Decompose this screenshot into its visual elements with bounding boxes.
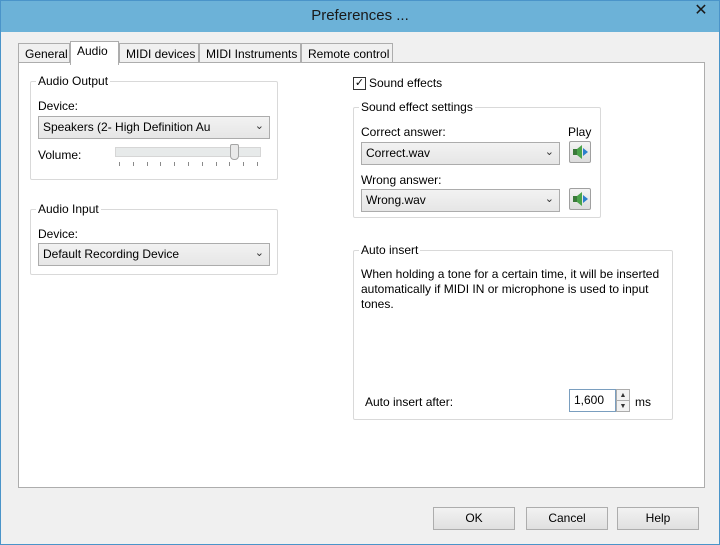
speaker-play-icon (573, 145, 588, 159)
volume-slider-thumb[interactable] (229, 144, 239, 160)
audio-tab-panel: Audio Output Device: Speakers (2- High D… (18, 62, 705, 488)
sound-effects-label: Sound effects (369, 76, 443, 90)
chevron-down-icon: ⌄ (254, 247, 264, 259)
correct-answer-dropdown[interactable]: Correct.wav ⌄ (361, 142, 560, 165)
volume-label: Volume: (38, 148, 82, 162)
cancel-button[interactable]: Cancel (526, 507, 608, 530)
wrong-answer-value: Wrong.wav (366, 193, 426, 207)
volume-slider-track[interactable] (115, 147, 261, 157)
volume-tick (160, 162, 162, 166)
checkmark-icon: ✓ (354, 77, 365, 89)
volume-tick (132, 162, 134, 166)
tab-midi-devices[interactable]: MIDI devices (119, 43, 199, 64)
auto-insert-value-input[interactable]: 1,600 (569, 389, 616, 412)
volume-tick (229, 162, 231, 166)
ok-button[interactable]: OK (433, 507, 515, 530)
tab-audio[interactable]: Audio (70, 41, 119, 65)
volume-tick (201, 162, 203, 166)
output-device-dropdown[interactable]: Speakers (2- High Definition Au ⌄ (38, 116, 270, 139)
chevron-down-icon: ⌄ (254, 120, 264, 132)
speaker-play-icon (573, 192, 588, 206)
chevron-down-icon: ⌄ (544, 193, 554, 205)
auto-insert-after-label: Auto insert after: (365, 395, 454, 409)
volume-tick (146, 162, 148, 166)
wrong-answer-label: Wrong answer: (361, 173, 442, 187)
tab-remote-control[interactable]: Remote control (301, 43, 393, 64)
sound-effects-checkbox[interactable]: ✓ (353, 77, 366, 90)
help-button[interactable]: Help (617, 507, 699, 530)
auto-insert-spinner[interactable]: ▲ ▼ (616, 389, 630, 412)
input-device-value: Default Recording Device (43, 247, 180, 261)
close-icon[interactable]: ✕ (691, 1, 711, 21)
play-label: Play (568, 125, 592, 139)
play-wrong-button[interactable] (569, 188, 591, 210)
volume-tick (174, 162, 176, 166)
tab-general[interactable]: General (18, 43, 70, 64)
volume-tick (119, 162, 120, 166)
spin-up-icon[interactable]: ▲ (617, 390, 629, 401)
auto-insert-unit: ms (635, 395, 651, 409)
window-title: Preferences ... (311, 7, 409, 24)
spin-down-icon[interactable]: ▼ (617, 401, 629, 412)
preferences-window: Preferences ... ✕ General Audio MIDI dev… (0, 0, 720, 545)
title-bar[interactable]: Preferences ... ✕ (1, 1, 719, 32)
sound-effect-settings-legend: Sound effect settings (361, 100, 473, 114)
auto-insert-description: When holding a tone for a certain time, … (361, 267, 660, 311)
correct-answer-value: Correct.wav (366, 146, 431, 160)
input-device-dropdown[interactable]: Default Recording Device ⌄ (38, 243, 270, 266)
chevron-down-icon: ⌄ (544, 146, 554, 158)
tab-midi-instruments[interactable]: MIDI Instruments (199, 43, 301, 64)
auto-insert-legend: Auto insert (361, 243, 419, 257)
play-correct-button[interactable] (569, 141, 591, 163)
volume-tick (257, 162, 258, 166)
auto-insert-value: 1,600 (574, 393, 605, 407)
volume-tick (215, 162, 217, 166)
output-device-label: Device: (38, 99, 79, 113)
correct-answer-label: Correct answer: (361, 125, 446, 139)
wrong-answer-dropdown[interactable]: Wrong.wav ⌄ (361, 189, 560, 212)
volume-tick (243, 162, 245, 166)
volume-tick (188, 162, 189, 166)
output-device-value: Speakers (2- High Definition Au (43, 120, 211, 134)
input-device-label: Device: (38, 227, 79, 241)
audio-input-legend: Audio Input (38, 202, 99, 216)
audio-output-legend: Audio Output (38, 74, 109, 88)
